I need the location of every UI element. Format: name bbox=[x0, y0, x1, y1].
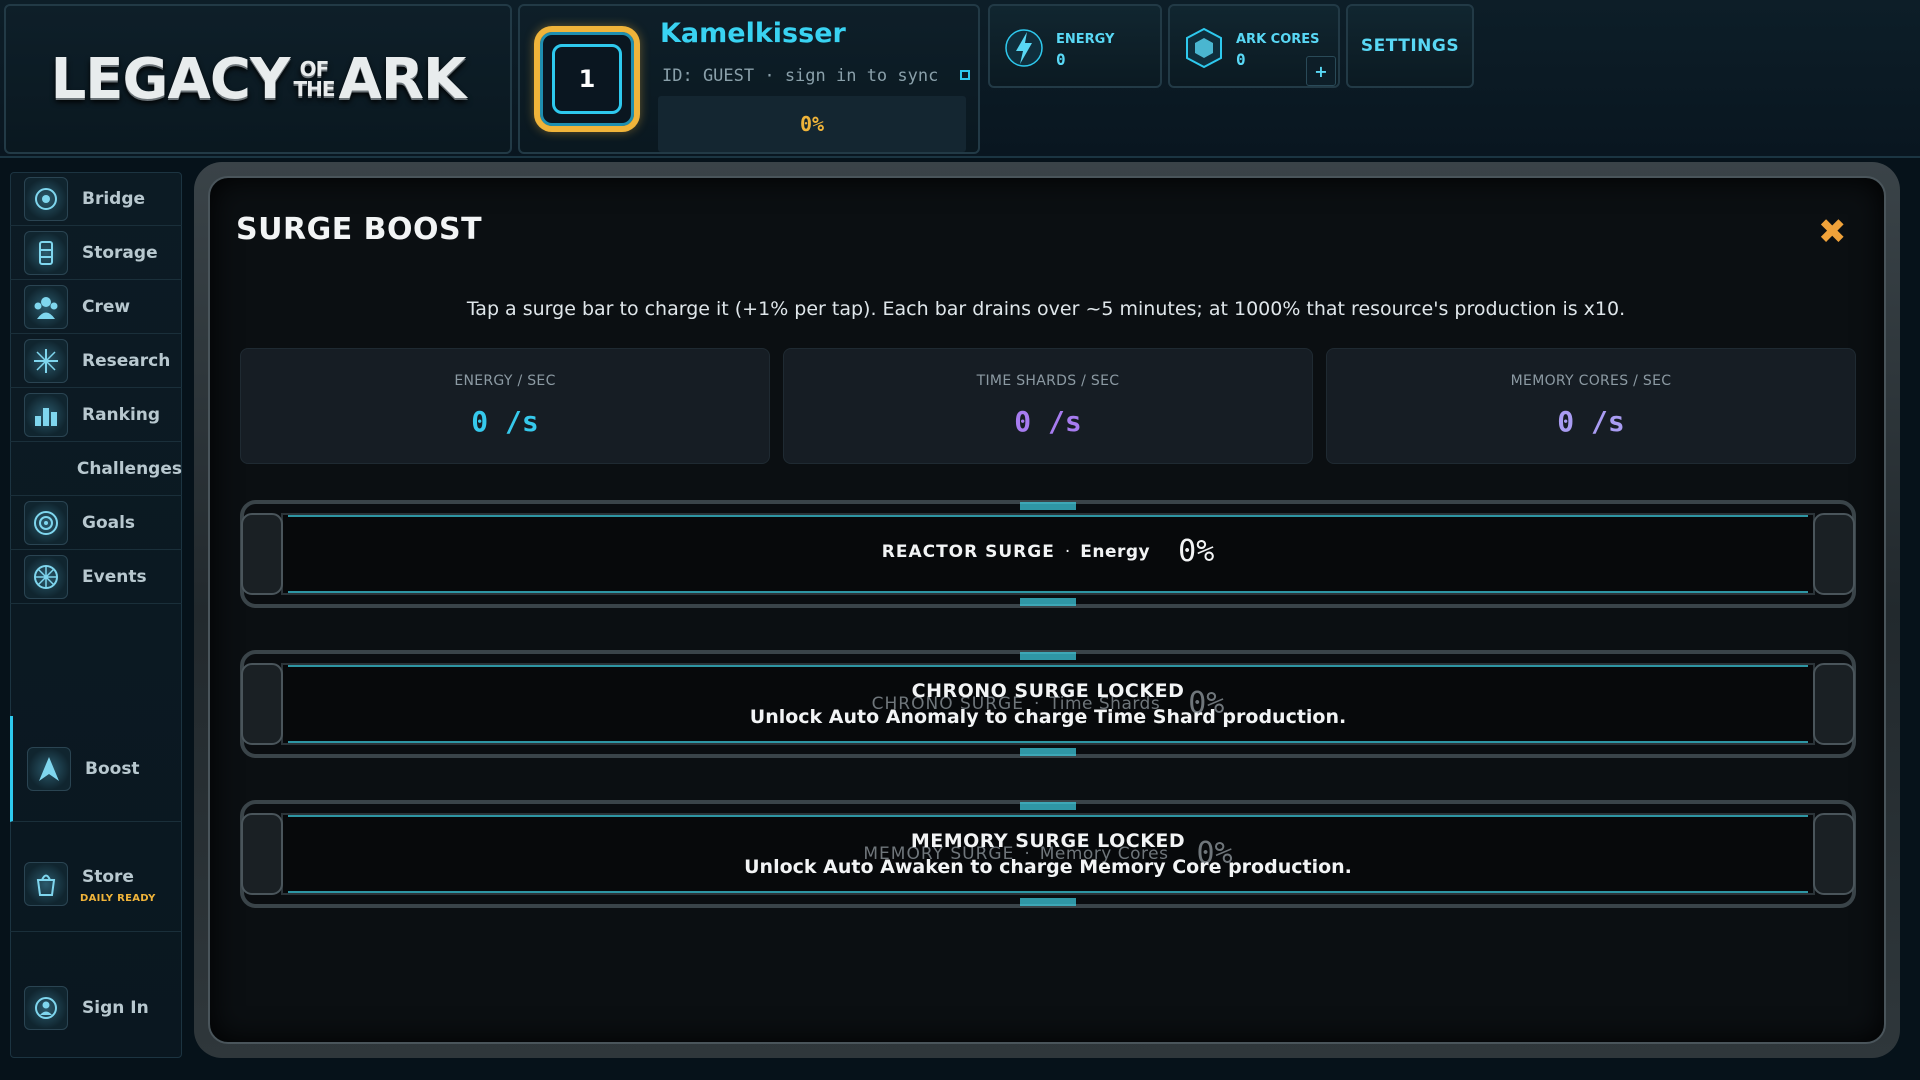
panel-instructions: Tap a surge bar to charge it (+1% per ta… bbox=[466, 298, 1626, 320]
logo-word-legacy: LEGACY bbox=[50, 46, 291, 112]
lightning-icon bbox=[1005, 29, 1043, 67]
sidebar-item-label: Goals bbox=[82, 512, 136, 533]
logo-word-ark: ARK bbox=[338, 46, 467, 112]
level-progress-bar: 0% bbox=[658, 96, 966, 152]
surge-locked-title: MEMORY SURGE LOCKED bbox=[910, 830, 1186, 852]
sidebar-item-label: Sign In bbox=[82, 998, 149, 1018]
energy-resource: ENERGY 0 bbox=[988, 4, 1162, 88]
user-id-text: ID: GUEST · sign in to sync bbox=[662, 66, 939, 86]
memory-surge-bar[interactable]: MEMORY SURGE · Memory Cores 0% MEMORY SU… bbox=[238, 794, 1858, 914]
stat-label: ENERGY / SEC bbox=[454, 373, 556, 389]
sidebar-item-goals[interactable]: Goals bbox=[10, 496, 182, 550]
stat-label: MEMORY CORES / SEC bbox=[1510, 373, 1672, 389]
energy-label: ENERGY bbox=[1056, 32, 1115, 47]
username: Kamelkisser bbox=[660, 18, 846, 49]
ark-cores-label: ARK CORES bbox=[1236, 32, 1320, 47]
logo-word-of: OF bbox=[299, 57, 330, 81]
sidebar-item-label: Storage bbox=[82, 242, 158, 263]
bridge-icon bbox=[24, 176, 68, 221]
hex-core-icon bbox=[1186, 27, 1222, 69]
surge-separator: · bbox=[1064, 541, 1071, 562]
sidebar-item-label: Store bbox=[82, 866, 134, 887]
game-logo: LEGACY OF THE ARK bbox=[4, 4, 512, 154]
panel-title: SURGE BOOST bbox=[236, 212, 483, 247]
surge-percent: 0% bbox=[1178, 534, 1215, 569]
sidebar-item-label: Boost bbox=[85, 758, 140, 779]
store-icon bbox=[24, 861, 68, 906]
level-badge[interactable]: 1 bbox=[534, 26, 640, 132]
challenges-icon bbox=[24, 447, 63, 491]
stat-value: 0 /s bbox=[1557, 405, 1625, 438]
events-icon bbox=[24, 554, 68, 599]
surge-locked-message: Unlock Auto Awaken to charge Memory Core… bbox=[744, 856, 1352, 878]
stat-value: 0 /s bbox=[471, 405, 539, 438]
reactor-surge-bar[interactable]: REACTOR SURGE · Energy 0% bbox=[238, 494, 1858, 614]
sign-in-icon bbox=[24, 986, 68, 1030]
store-daily-ready-badge: DAILY READY bbox=[80, 893, 156, 904]
energy-per-sec-card: ENERGY / SEC 0 /s bbox=[240, 348, 770, 464]
sidebar-item-label: Research bbox=[82, 350, 171, 371]
surge-locked-title: CHRONO SURGE LOCKED bbox=[911, 680, 1185, 702]
sidebar-item-label: Ranking bbox=[82, 404, 161, 425]
storage-icon bbox=[24, 230, 68, 275]
ark-cores-value: 0 bbox=[1236, 50, 1246, 69]
sidebar-item-label: Events bbox=[82, 566, 147, 587]
research-icon bbox=[24, 338, 68, 383]
sidebar-item-sign-in[interactable]: Sign In bbox=[10, 978, 182, 1038]
ranking-icon bbox=[24, 392, 68, 437]
surge-name: REACTOR SURGE bbox=[881, 541, 1055, 562]
goals-icon bbox=[24, 500, 68, 545]
boost-icon bbox=[27, 746, 71, 791]
surge-locked-message: Unlock Auto Anomaly to charge Time Shard… bbox=[749, 706, 1347, 728]
chrono-surge-bar[interactable]: CHRONO SURGE · Time Shards 0% CHRONO SUR… bbox=[238, 644, 1858, 764]
sidebar-item-challenges[interactable]: Challenges bbox=[10, 442, 182, 496]
sidebar-item-boost[interactable]: Boost bbox=[10, 716, 182, 822]
level-number: 1 bbox=[552, 44, 622, 114]
surge-resource: Energy bbox=[1080, 541, 1151, 562]
sidebar-item-events[interactable]: Events bbox=[10, 550, 182, 604]
sync-indicator-icon[interactable] bbox=[960, 70, 970, 80]
sidebar-item-ranking[interactable]: Ranking bbox=[10, 388, 182, 442]
memory-cores-per-sec-card: MEMORY CORES / SEC 0 /s bbox=[1326, 348, 1856, 464]
close-icon[interactable]: ✖ bbox=[1818, 212, 1847, 252]
sidebar-item-research[interactable]: Research bbox=[10, 334, 182, 388]
sidebar-item-bridge[interactable]: Bridge bbox=[10, 172, 182, 226]
time-shards-per-sec-card: TIME SHARDS / SEC 0 /s bbox=[783, 348, 1313, 464]
energy-value: 0 bbox=[1056, 50, 1066, 69]
sidebar-item-label: Challenges bbox=[76, 458, 182, 479]
stat-value: 0 /s bbox=[1014, 405, 1082, 438]
add-ark-cores-button[interactable]: + bbox=[1306, 56, 1336, 86]
logo-word-the: THE bbox=[293, 77, 335, 101]
settings-button[interactable]: SETTINGS bbox=[1346, 4, 1474, 88]
sidebar-item-storage[interactable]: Storage bbox=[10, 226, 182, 280]
stat-label: TIME SHARDS / SEC bbox=[976, 373, 1120, 389]
sidebar-item-label: Bridge bbox=[82, 188, 146, 209]
sidebar-item-store[interactable]: Store bbox=[10, 836, 182, 932]
